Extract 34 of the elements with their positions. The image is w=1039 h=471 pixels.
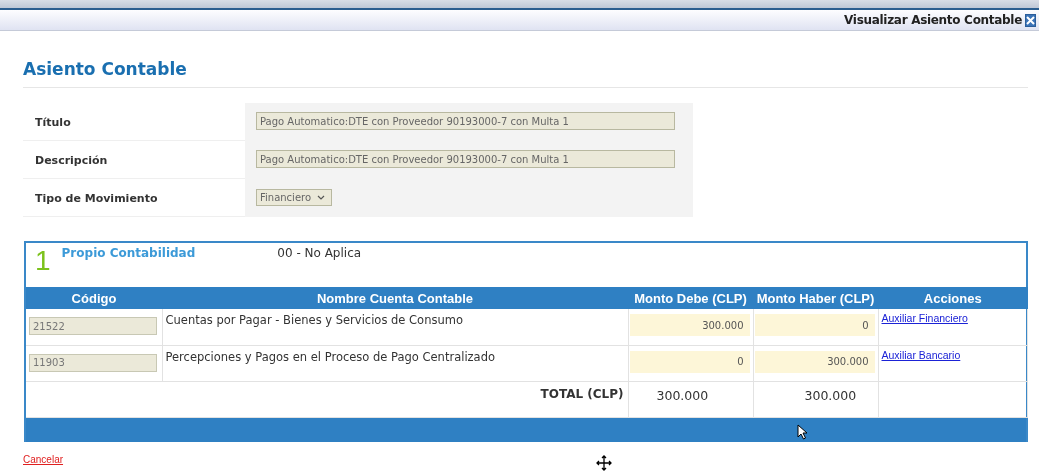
close-button[interactable] — [1025, 13, 1036, 27]
cancel-link[interactable]: Cancelar — [23, 453, 64, 465]
column-header: Acciones — [878, 287, 1028, 309]
total-amount: 300.000 — [804, 387, 857, 403]
text-field[interactable]: Pago Automatico:DTE con Proveedor 90193000-7 con Multa 1 — [256, 112, 675, 130]
field-label: Descripción — [35, 154, 108, 167]
mouse-pointer-icon — [797, 424, 808, 440]
amount-field[interactable]: 0 — [754, 314, 875, 336]
column-header: Nombre Cuenta Contable — [162, 287, 628, 309]
column-header: Código — [26, 287, 162, 309]
column-header: Monto Haber (CLP) — [753, 287, 878, 309]
code-field[interactable]: 11903 — [29, 353, 157, 372]
page-heading: Asiento Contable — [23, 58, 188, 80]
action-link[interactable]: Auxiliar Bancario — [881, 348, 961, 361]
amount-field[interactable]: 300.000 — [629, 314, 750, 336]
field-label: Tipo de Movimiento — [35, 192, 158, 205]
total-amount: 300.000 — [656, 387, 709, 403]
window-title: Visualizar Asiento Contable — [844, 13, 1022, 27]
total-label: TOTAL (CLP) — [540, 386, 624, 401]
move-cursor-icon — [596, 455, 612, 471]
amount-field[interactable]: 0 — [629, 350, 750, 373]
entry-number: 1 — [35, 247, 51, 275]
account-name: Cuentas por Pagar - Bienes y Servicios de Consumo — [165, 313, 463, 327]
caret-icon — [317, 195, 326, 200]
account-name: Percepciones y Pagos en el Proceso de Pago Centralizado — [165, 349, 495, 364]
column-header: Monto Debe (CLP) — [628, 287, 753, 309]
code-field[interactable]: 21522 — [29, 317, 157, 335]
action-link[interactable]: Auxiliar Financiero — [881, 312, 968, 324]
amount-field[interactable]: 300.000 — [754, 350, 875, 373]
entry-title: Propio Contabilidad — [61, 246, 196, 260]
field-label: Título — [35, 116, 71, 129]
text-field[interactable]: Pago Automatico:DTE con Proveedor 90193000-7 con Multa 1 — [256, 150, 675, 168]
entry-subtitle: 00 - No Aplica — [277, 246, 362, 260]
dropdown[interactable]: Financiero — [256, 189, 333, 206]
